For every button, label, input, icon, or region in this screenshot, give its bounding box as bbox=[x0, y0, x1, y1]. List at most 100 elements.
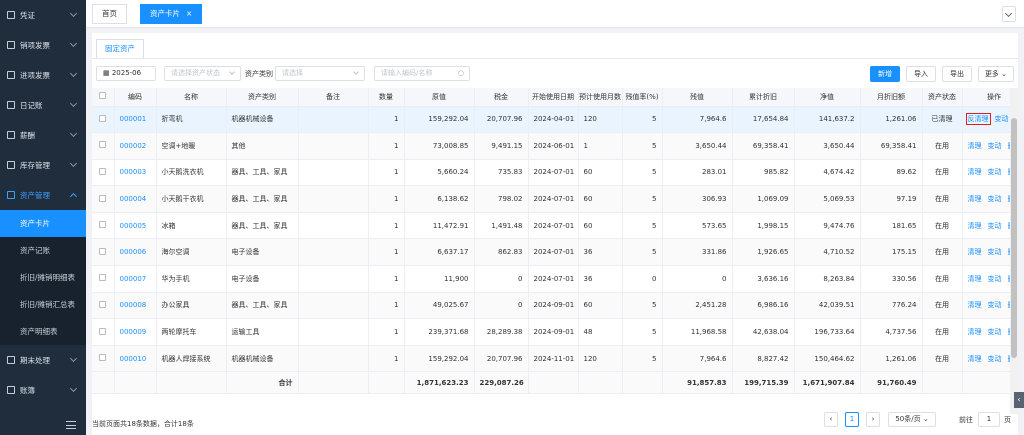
import-button[interactable]: 导入 bbox=[906, 66, 936, 82]
nav-input-invoice[interactable]: 进项发票 bbox=[0, 60, 86, 90]
asset-original-value: 239,371.68 bbox=[404, 318, 475, 346]
table-row[interactable]: 000004 小天鹅干衣机 器具、工具、家具 1 6,138.62 798.02 2024-… bbox=[92, 185, 1010, 213]
change-button[interactable]: 变动 bbox=[988, 168, 1002, 176]
clear-button[interactable]: 清理 bbox=[968, 328, 982, 336]
table-row[interactable]: 000005 冰箱 器具、工具、家具 1 11,472.91 1,491.48 2024-0… bbox=[92, 212, 1010, 240]
change-button[interactable]: 变动 bbox=[988, 248, 1002, 256]
unclear-button[interactable]: 反清理 bbox=[965, 113, 991, 126]
table-row[interactable]: 000003 小天鹅洗衣机 器具、工具、家具 1 5,660.24 735.83 2024-… bbox=[92, 159, 1010, 187]
tab-asset-card[interactable]: 资产卡片 × bbox=[140, 4, 203, 24]
tab-fixed-assets[interactable]: 固定资产 bbox=[96, 39, 144, 59]
asset-residual: 573.65 bbox=[662, 212, 733, 240]
clear-button[interactable]: 清理 bbox=[968, 195, 982, 203]
clear-button[interactable]: 清理 bbox=[968, 248, 982, 256]
subnav-asset-card[interactable]: 资产卡片 bbox=[0, 210, 86, 237]
change-button[interactable]: 变动 bbox=[995, 115, 1009, 123]
more-button[interactable]: 更多 ⌄ bbox=[978, 66, 1014, 82]
asset-code-link[interactable]: 000007 bbox=[114, 265, 157, 293]
status-select[interactable]: 请选择资产状态 bbox=[164, 66, 241, 81]
subnav-asset-booking[interactable]: 资产记账 bbox=[0, 237, 86, 264]
asset-code-link[interactable]: 000005 bbox=[114, 212, 157, 240]
asset-code-link[interactable]: 000001 bbox=[114, 106, 157, 134]
clear-button[interactable]: 清理 bbox=[968, 355, 982, 363]
table-row[interactable]: 000009 两轮摩托车 运输工具 1 239,371.68 28,289.38 2024-… bbox=[92, 318, 1010, 346]
month-picker[interactable]: ▦ 2025-06 bbox=[96, 66, 156, 81]
nav-ledger[interactable]: 账簿 bbox=[0, 375, 86, 405]
change-button[interactable]: 变动 bbox=[988, 195, 1002, 203]
asset-months: 120 bbox=[578, 345, 623, 373]
row-checkbox[interactable] bbox=[99, 194, 107, 202]
chevron-down-icon bbox=[353, 69, 359, 75]
row-checkbox[interactable] bbox=[99, 141, 107, 149]
expand-panel-icon[interactable]: ‹ bbox=[1014, 392, 1024, 408]
table-row[interactable]: 000010 机器人焊接系统 机器机械设备 1 159,292.04 20,707.96 2… bbox=[92, 345, 1010, 373]
nav-sales-invoice[interactable]: 销项发票 bbox=[0, 30, 86, 60]
menu-collapse-icon[interactable] bbox=[66, 421, 76, 429]
search-input[interactable]: 请输入编码/名称 ○ bbox=[374, 66, 470, 81]
asset-code-link[interactable]: 000006 bbox=[114, 238, 157, 267]
asset-code-link[interactable]: 000010 bbox=[114, 345, 157, 373]
subnav-asset-detail[interactable]: 资产明细表 bbox=[0, 318, 86, 345]
change-button[interactable]: 变动 bbox=[988, 275, 1002, 283]
nav-journal[interactable]: 日记账 bbox=[0, 90, 86, 120]
tab-home[interactable]: 首页 bbox=[92, 4, 127, 24]
change-button[interactable]: 变动 bbox=[988, 142, 1002, 150]
asset-code-link[interactable]: 000004 bbox=[114, 185, 157, 213]
page-number[interactable]: 1 bbox=[845, 412, 859, 427]
table-scrollbar[interactable] bbox=[1010, 88, 1018, 414]
asset-name: 华为手机 bbox=[156, 265, 227, 293]
row-checkbox[interactable] bbox=[99, 274, 107, 282]
row-checkbox[interactable] bbox=[99, 354, 107, 362]
asset-code-link[interactable]: 000008 bbox=[114, 292, 157, 320]
nav-salary[interactable]: 薪酬 bbox=[0, 120, 86, 150]
row-checkbox[interactable] bbox=[99, 114, 107, 122]
prev-page-button[interactable]: ‹ bbox=[824, 412, 838, 427]
tab-menu-dropdown[interactable] bbox=[1002, 6, 1016, 22]
subnav-depreciation-detail[interactable]: 折旧/摊销明细表 bbox=[0, 264, 86, 291]
row-checkbox[interactable] bbox=[99, 167, 107, 175]
row-checkbox[interactable] bbox=[99, 221, 107, 229]
row-actions: 清理变动删除 bbox=[962, 238, 1010, 267]
clear-button[interactable]: 清理 bbox=[968, 142, 982, 150]
nav-voucher[interactable]: 凭证 bbox=[0, 0, 86, 30]
asset-code-link[interactable]: 000003 bbox=[114, 159, 157, 187]
page-size-select[interactable]: 50条/页 ⌄ bbox=[888, 412, 936, 427]
row-checkbox[interactable] bbox=[99, 247, 107, 255]
asset-code-link[interactable]: 000002 bbox=[114, 132, 157, 160]
asset-accum-depreciation: 6,986.16 bbox=[732, 292, 795, 320]
next-page-button[interactable]: › bbox=[866, 412, 880, 427]
asset-category: 器具、工具、家具 bbox=[226, 185, 299, 213]
nav-asset-management[interactable]: 资产管理 bbox=[0, 180, 86, 210]
nav-period-end[interactable]: 期末处理 bbox=[0, 345, 86, 375]
row-actions: 清理变动删除 bbox=[962, 159, 1010, 187]
table-row[interactable]: 000001 折弯机 机器机械设备 1 159,292.04 20,707.96 2024-… bbox=[92, 106, 1010, 134]
page-unit-label: 页 bbox=[1004, 416, 1011, 424]
table-row[interactable]: 000007 华为手机 电子设备 1 11,900 0 2024-07-01 36 0 0 3,63… bbox=[92, 265, 1010, 293]
change-button[interactable]: 变动 bbox=[988, 301, 1002, 309]
row-checkbox[interactable] bbox=[99, 327, 107, 335]
table-row[interactable]: 000002 空调+地暖 其他 1 73,008.85 9,491.15 2024-06-0… bbox=[92, 132, 1010, 160]
clear-button[interactable]: 清理 bbox=[968, 222, 982, 230]
change-button[interactable]: 变动 bbox=[988, 222, 1002, 230]
clear-button[interactable]: 清理 bbox=[968, 275, 982, 283]
change-button[interactable]: 变动 bbox=[988, 355, 1002, 363]
add-button[interactable]: 新增 bbox=[870, 66, 900, 82]
asset-code-link[interactable]: 000009 bbox=[114, 318, 157, 346]
clear-button[interactable]: 清理 bbox=[968, 168, 982, 176]
asset-note bbox=[298, 132, 369, 160]
asset-name: 海尔空调 bbox=[156, 238, 227, 267]
asset-monthly-depreciation: 181.65 bbox=[860, 212, 923, 240]
category-select[interactable]: 请选择 bbox=[275, 66, 365, 81]
table-row[interactable]: 000008 办公家具 器具、工具、家具 1 49,025.67 0 2024-09-01 6… bbox=[92, 292, 1010, 320]
close-icon[interactable]: × bbox=[186, 9, 192, 18]
goto-page-input[interactable]: 1 bbox=[978, 412, 1000, 427]
asset-start-date: 2024-09-01 bbox=[528, 292, 579, 320]
clear-button[interactable]: 清理 bbox=[968, 301, 982, 309]
change-button[interactable]: 变动 bbox=[988, 328, 1002, 336]
subnav-depreciation-summary[interactable]: 折旧/摊销汇总表 bbox=[0, 291, 86, 318]
table-row[interactable]: 000006 海尔空调 电子设备 1 6,637.17 862.83 2024-07-01 3… bbox=[92, 238, 1010, 267]
select-all-checkbox[interactable] bbox=[99, 92, 107, 100]
nav-inventory[interactable]: 库存管理 bbox=[0, 150, 86, 180]
export-button[interactable]: 导出 bbox=[942, 66, 972, 82]
row-checkbox[interactable] bbox=[99, 300, 107, 308]
